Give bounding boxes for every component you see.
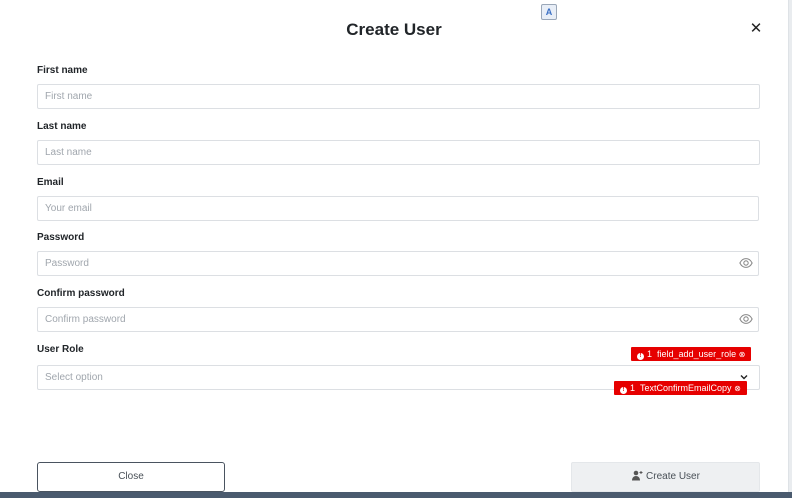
badge-close-icon[interactable]: ⊗ [734,384,741,393]
create-user-label: Create User [646,471,700,482]
user-role-label: User Role [37,344,84,355]
taskbar-edge [0,492,792,498]
badge-count: 1 [630,383,636,393]
confirm-password-label: Confirm password [37,288,125,299]
error-icon: ! [620,387,627,394]
create-user-modal: Create User A ✕ First name First name La… [0,0,788,492]
email-input[interactable]: Your email [37,196,759,221]
error-badge-confirm-email[interactable]: ! 1 TextConfirmEmailCopy ⊗ [614,381,747,395]
add-user-icon [632,470,643,481]
badge-count: 1 [647,349,653,359]
modal-title: Create User [346,20,442,39]
password-label: Password [37,232,85,243]
error-badge-user-role[interactable]: ! 1 field_add_user_role ⊗ [631,347,752,361]
error-icon: ! [637,353,644,360]
last-name-label: Last name [37,121,87,132]
eye-icon[interactable] [739,312,753,326]
badge-text: field_add_user_role [657,349,737,359]
last-name-input[interactable]: Last name [37,140,760,165]
translate-icon[interactable]: A [541,4,557,20]
create-user-button[interactable]: Create User [571,462,760,492]
email-label: Email [37,177,64,188]
badge-close-icon[interactable]: ⊗ [739,350,746,359]
confirm-password-input[interactable]: Confirm password [37,307,759,332]
first-name-label: First name [37,65,88,76]
window-edge [788,0,792,498]
close-button[interactable]: Close [37,462,225,492]
password-input[interactable]: Password [37,251,759,276]
first-name-input[interactable]: First name [37,84,760,109]
close-icon[interactable]: ✕ [748,20,764,38]
badge-text: TextConfirmEmailCopy [640,383,732,393]
eye-icon[interactable] [739,256,753,270]
